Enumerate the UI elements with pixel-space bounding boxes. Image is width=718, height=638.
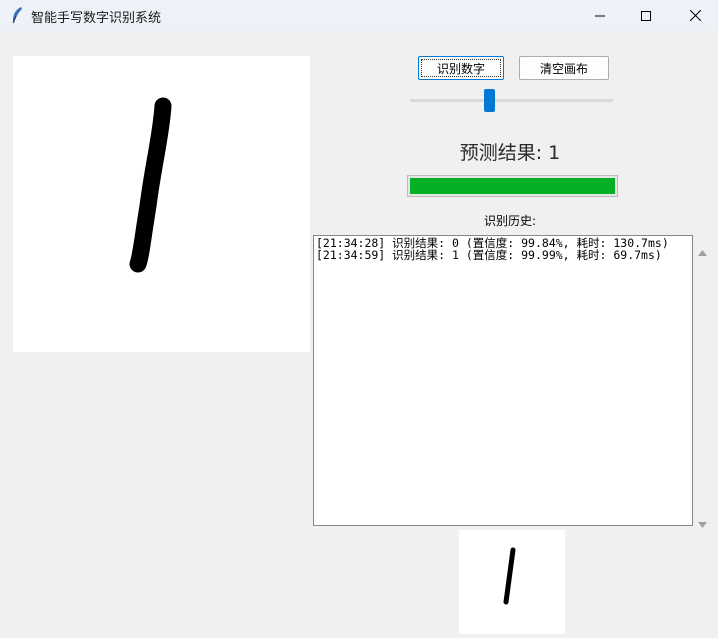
confidence-progress-fill — [410, 178, 615, 194]
scroll-down-arrow-icon[interactable] — [698, 513, 707, 532]
window-title: 智能手写数字识别系统 — [31, 11, 162, 26]
minimize-icon — [595, 6, 605, 25]
close-icon — [689, 6, 701, 25]
history-label: 识别历史: — [483, 214, 537, 228]
preview-digit-stroke — [503, 547, 516, 605]
scroll-up-arrow-icon[interactable] — [698, 241, 707, 260]
history-line: [21:34:59] 识别结果: 1 (置信度: 99.99%, 耗时: 69.… — [316, 248, 662, 262]
title-bar: 智能手写数字识别系统 — [0, 0, 718, 31]
confidence-progress-bar — [407, 175, 618, 197]
close-button[interactable] — [672, 0, 718, 31]
drawing-canvas[interactable] — [13, 56, 310, 352]
feather-icon — [10, 6, 24, 24]
maximize-icon — [641, 6, 651, 25]
minimize-button[interactable] — [577, 0, 623, 31]
maximize-button[interactable] — [623, 0, 669, 31]
recognize-button[interactable]: 识别数字 — [418, 56, 504, 80]
clear-canvas-button[interactable]: 清空画布 — [519, 56, 609, 80]
slider-track[interactable] — [410, 99, 613, 102]
history-textbox[interactable]: [21:34:28] 识别结果: 0 (置信度: 99.84%, 耗时: 130… — [313, 235, 693, 526]
history-scrollbar[interactable] — [694, 235, 711, 528]
prediction-result: 预测结果: 1 — [459, 142, 561, 164]
digit-preview-image — [459, 530, 565, 634]
slider-thumb[interactable] — [484, 89, 495, 112]
drawn-digit-stroke — [129, 97, 172, 273]
